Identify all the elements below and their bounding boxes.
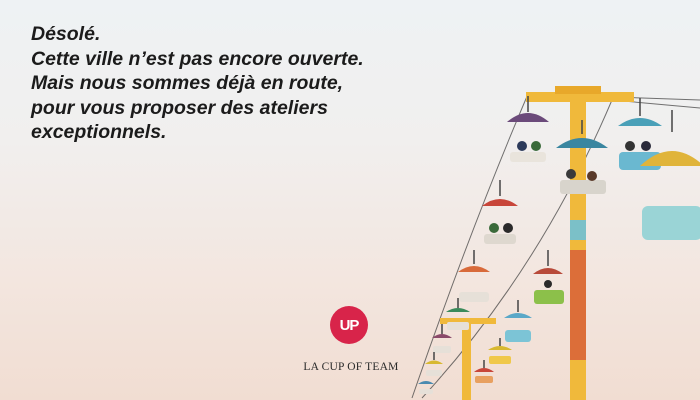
error-page: Désolé. Cette ville n’est pas encore ouv… xyxy=(0,0,700,400)
chair-cabin xyxy=(482,180,518,244)
tower-main xyxy=(526,86,634,400)
brand-name: LA CUP OF TEAM xyxy=(303,361,399,373)
brand-logo[interactable]: UP xyxy=(330,306,368,344)
logo-text: UP xyxy=(339,316,360,334)
chair-cabin xyxy=(504,300,532,342)
chair-cabin xyxy=(425,352,443,376)
message-line-3: Mais nous sommes déjà en route, xyxy=(31,72,344,94)
chair-cabin xyxy=(446,298,470,330)
message-line-4: pour vous proposer des ateliers xyxy=(31,96,328,119)
tower-secondary xyxy=(440,318,496,400)
chair-cabin xyxy=(640,110,700,240)
message-line-1: Désolé. xyxy=(31,23,101,45)
message-line-5: exceptionnels. xyxy=(31,121,167,143)
message-line-2: Cette ville n’est pas encore ouverte. xyxy=(31,47,364,70)
chair-cabin xyxy=(533,250,564,304)
apology-message: Désolé. Cette ville n’est pas encore ouv… xyxy=(31,22,364,145)
